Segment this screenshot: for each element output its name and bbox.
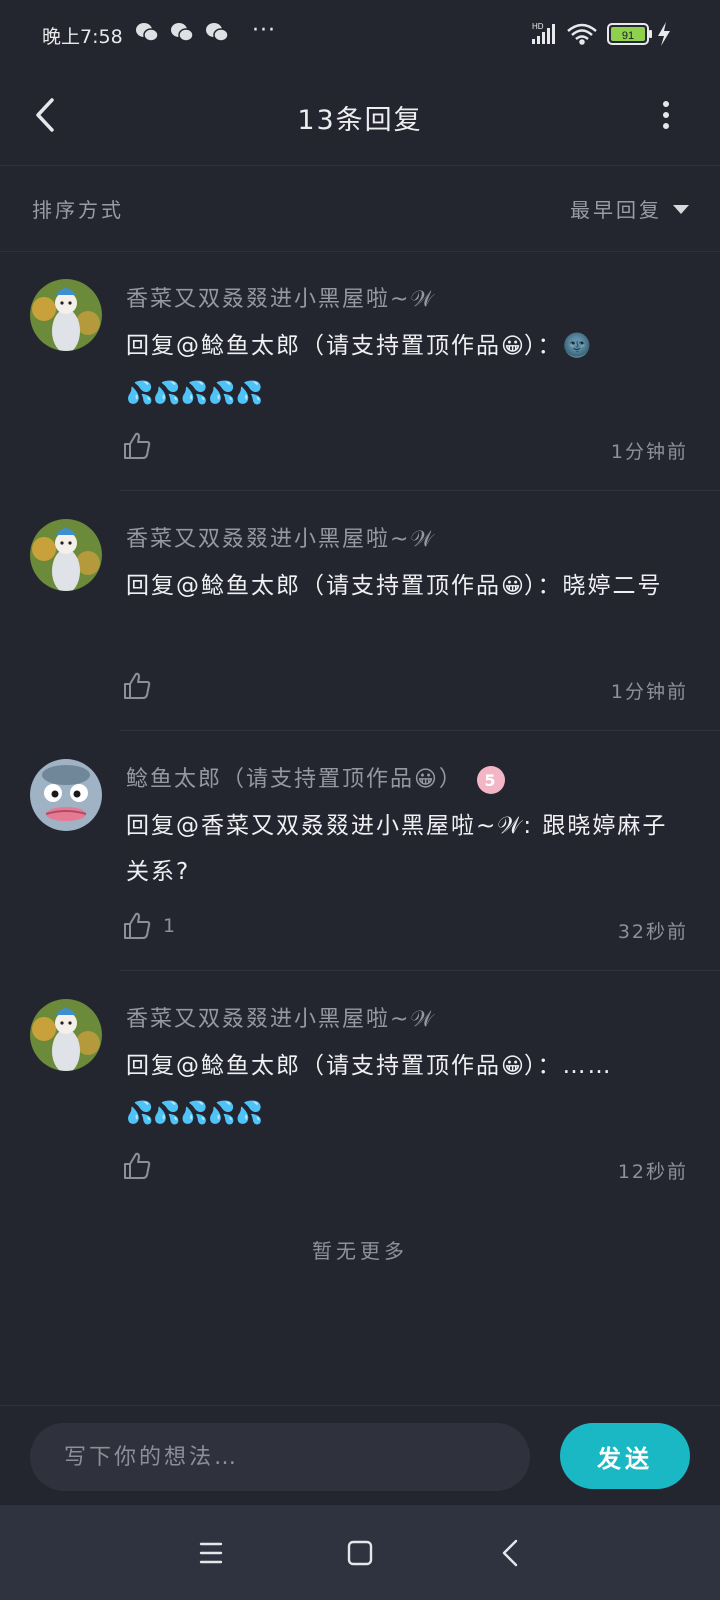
wechat-icon [171, 23, 194, 42]
signal-icon: HD [532, 22, 555, 44]
thumbs-up-icon[interactable] [122, 431, 152, 461]
more-notifications-icon: ··· [252, 18, 276, 43]
comment-username[interactable]: 香菜又双叒叕进小黑屋啦~𝒲 [126, 1001, 436, 1033]
comment-item: 香菜又双叒叕进小黑屋啦~𝒲 回复@鲶鱼太郎（请支持置顶作品😀）：晓婷二号 1分钟… [0, 491, 720, 731]
battery-icon: 91 [607, 23, 652, 45]
grinning-emoji: 😀 [501, 1054, 524, 1079]
comment-username-text[interactable]: 鲶鱼太郎（请支持置顶作品😀） [126, 767, 463, 792]
comment-username[interactable]: 香菜又双叒叕进小黑屋啦~𝒲 [126, 521, 436, 553]
comment-text: 回复@鲶鱼太郎（请支持置顶作品😀）：晓婷二号 [126, 563, 688, 610]
thumbs-up-icon[interactable] [122, 671, 152, 701]
caret-down-icon [673, 204, 689, 214]
sweat-drops-emoji: 💦💦💦💦💦 [126, 381, 263, 406]
comment-body-suffix: ）：晓婷二号 [523, 573, 663, 599]
wifi-icon [567, 23, 597, 45]
thumbs-up-icon[interactable] [122, 1151, 152, 1181]
top-bar: 13条回复 [0, 70, 720, 166]
home-square-icon[interactable] [342, 1535, 378, 1571]
like-count: 1 [163, 915, 176, 937]
comment-body: 回复@香菜又双叒叕进小黑屋啦~𝒲: 跟晓婷麻子关系? [126, 813, 668, 885]
hd-label: HD [532, 22, 544, 31]
comment-time: 12秒前 [617, 1161, 688, 1183]
page-title: 13条回复 [297, 105, 423, 136]
comment-time: 1分钟前 [610, 441, 688, 463]
comment-item: 鲶鱼太郎（请支持置顶作品😀） 5 回复@香菜又双叒叕进小黑屋啦~𝒲: 跟晓婷麻子关… [0, 731, 720, 971]
send-button[interactable]: 发送 [560, 1423, 690, 1489]
comment-text: 回复@香菜又双叒叕进小黑屋啦~𝒲: 跟晓婷麻子关系? [126, 803, 688, 895]
comment-time: 32秒前 [617, 921, 688, 943]
menu-icon[interactable] [193, 1535, 229, 1571]
level-badge: 5 [476, 766, 505, 794]
sort-dropdown[interactable]: 最早回复 [570, 194, 690, 223]
avatar[interactable] [30, 279, 102, 351]
charging-icon [658, 22, 670, 46]
status-time: 晚上7:58 [42, 26, 123, 48]
avatar[interactable] [30, 759, 102, 831]
system-nav-bar [0, 1505, 720, 1600]
comment-body: 回复@鲶鱼太郎（请支持置顶作品 [126, 573, 501, 599]
comment-username[interactable]: 香菜又双叒叕进小黑屋啦~𝒲 [126, 281, 436, 313]
comment-body-suffix: ）：🌚 [523, 333, 594, 359]
comment-item: 香菜又双叒叕进小黑屋啦~𝒲 回复@鲶鱼太郎（请支持置顶作品😀）：…… 💦💦💦💦💦… [0, 971, 720, 1211]
status-bar: 晚上7:58 ··· HD 91 [0, 0, 720, 70]
sort-label: 排序方式 [32, 198, 124, 222]
reply-input-bar: 发送 [0, 1405, 720, 1506]
grinning-emoji: 😀 [501, 334, 524, 359]
back-chevron-icon[interactable] [494, 1535, 530, 1571]
comment-username: 鲶鱼太郎（请支持置顶作品😀） 5 [126, 761, 505, 794]
comment-text: 回复@鲶鱼太郎（请支持置顶作品😀）：🌚 💦💦💦💦💦 [126, 323, 688, 417]
reply-input[interactable] [30, 1423, 530, 1491]
wechat-icon [206, 23, 229, 42]
status-icons: HD 91 [532, 22, 670, 46]
more-vertical-icon[interactable] [656, 96, 676, 136]
svg-text:91: 91 [622, 30, 634, 42]
comment-text: 回复@鲶鱼太郎（请支持置顶作品😀）：…… 💦💦💦💦💦 [126, 1043, 688, 1137]
sort-bar: 排序方式 最早回复 [0, 166, 720, 252]
avatar[interactable] [30, 999, 102, 1071]
no-more-label: 暂无更多 [312, 1239, 408, 1263]
avatar[interactable] [30, 519, 102, 591]
sort-selected-value: 最早回复 [570, 198, 662, 222]
thumbs-up-icon[interactable] [122, 911, 152, 941]
sweat-drops-emoji: 💦💦💦💦💦 [126, 1101, 263, 1126]
comment-body: 回复@鲶鱼太郎（请支持置顶作品 [126, 333, 501, 359]
comment-body: 回复@鲶鱼太郎（请支持置顶作品 [126, 1053, 501, 1079]
grinning-emoji: 😀 [501, 574, 524, 599]
comment-body-suffix: ）：…… [523, 1053, 613, 1079]
comment-item: 香菜又双叒叕进小黑屋啦~𝒲 回复@鲶鱼太郎（请支持置顶作品😀）：🌚 💦💦💦💦💦 … [0, 251, 720, 491]
wechat-icon [136, 23, 159, 42]
comment-time: 1分钟前 [610, 681, 688, 703]
